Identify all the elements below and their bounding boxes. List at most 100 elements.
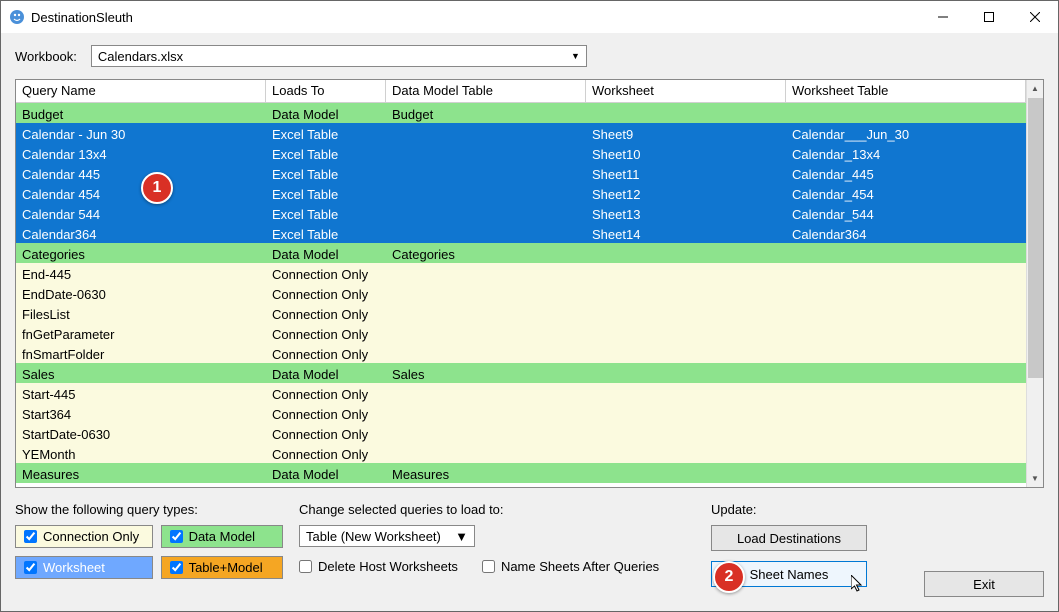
table-row[interactable]: Calendar364Excel TableSheet14Calendar364	[16, 223, 1026, 243]
chk-data-model[interactable]: Data Model	[161, 525, 283, 548]
table-cell: Excel Table	[266, 183, 386, 203]
table-cell: Sheet9	[586, 123, 786, 143]
minimize-button[interactable]	[920, 1, 966, 33]
table-cell: Excel Table	[266, 123, 386, 143]
table-cell: Categories	[386, 243, 586, 263]
table-row[interactable]: Calendar 13x4Excel TableSheet10Calendar_…	[16, 143, 1026, 163]
table-row[interactable]: Calendar 454Excel TableSheet12Calendar_4…	[16, 183, 1026, 203]
table-cell	[586, 343, 786, 363]
table-row[interactable]: fnGetParameterConnection Only	[16, 323, 1026, 343]
table-row[interactable]: SalesData ModelSales	[16, 363, 1026, 383]
table-cell: Calendar 445	[16, 163, 266, 183]
table-row[interactable]: Calendar - Jun 30Excel TableSheet9Calend…	[16, 123, 1026, 143]
table-cell	[786, 263, 1026, 283]
load-destinations-button[interactable]: Load Destinations	[711, 525, 867, 551]
table-row[interactable]: FilesListConnection Only	[16, 303, 1026, 323]
table-cell: EndDate-0630	[16, 283, 266, 303]
table-cell: Excel Table	[266, 223, 386, 243]
table-cell: Data Model	[266, 463, 386, 483]
table-row[interactable]: BudgetData ModelBudget	[16, 103, 1026, 123]
workbook-select[interactable]: Calendars.xlsx ▼	[91, 45, 587, 67]
titlebar: DestinationSleuth	[1, 1, 1058, 33]
table-cell: Calendar364	[786, 223, 1026, 243]
scroll-down-icon[interactable]: ▼	[1027, 470, 1044, 487]
table-cell: Sheet12	[586, 183, 786, 203]
table-cell: Budget	[16, 103, 266, 123]
table-cell: Measures	[16, 463, 266, 483]
window-title: DestinationSleuth	[31, 10, 920, 25]
table-cell	[786, 303, 1026, 323]
chevron-down-icon: ▼	[571, 51, 580, 61]
table-cell	[386, 203, 586, 223]
table-row[interactable]: Start364Connection Only	[16, 403, 1026, 423]
table-cell: Calendar 454	[16, 183, 266, 203]
close-button[interactable]	[1012, 1, 1058, 33]
table-row[interactable]: EndDate-0630Connection Only	[16, 283, 1026, 303]
table-cell: Connection Only	[266, 403, 386, 423]
table-cell: End-445	[16, 263, 266, 283]
table-cell: Excel Table	[266, 163, 386, 183]
table-cell: Connection Only	[266, 343, 386, 363]
table-cell	[586, 363, 786, 383]
table-cell	[386, 263, 586, 283]
table-cell	[786, 103, 1026, 123]
table-row[interactable]: MeasuresData ModelMeasures	[16, 463, 1026, 483]
chk-delete-host[interactable]: Delete Host Worksheets	[299, 559, 458, 574]
table-cell	[386, 163, 586, 183]
table-row[interactable]: Calendar 445Excel TableSheet11Calendar_4…	[16, 163, 1026, 183]
chk-connection-only[interactable]: Connection Only	[15, 525, 153, 548]
table-cell	[586, 443, 786, 463]
table-cell	[586, 263, 786, 283]
table-cell	[786, 363, 1026, 383]
table-row[interactable]: End-445Connection Only	[16, 263, 1026, 283]
load-target-select[interactable]: Table (New Worksheet) ▼	[299, 525, 475, 547]
table-row[interactable]: Calendar 544Excel TableSheet13Calendar_5…	[16, 203, 1026, 223]
table-cell: Connection Only	[266, 323, 386, 343]
scrollbar[interactable]: ▲ ▼	[1026, 80, 1043, 487]
col-loads-to[interactable]: Loads To	[266, 80, 386, 102]
table-cell	[586, 423, 786, 443]
app-icon	[9, 9, 25, 25]
table-row[interactable]: Start-445Connection Only	[16, 383, 1026, 403]
table-cell: Sales	[386, 363, 586, 383]
table-cell	[386, 143, 586, 163]
table-cell	[586, 283, 786, 303]
table-cell: Calendar_13x4	[786, 143, 1026, 163]
table-cell: Sheet10	[586, 143, 786, 163]
table-cell	[786, 423, 1026, 443]
table-row[interactable]: CategoriesData ModelCategories	[16, 243, 1026, 263]
scroll-up-icon[interactable]: ▲	[1027, 80, 1044, 97]
exit-button[interactable]: Exit	[924, 571, 1044, 597]
table-cell: YEMonth	[16, 443, 266, 463]
table-body: BudgetData ModelBudgetCalendar - Jun 30E…	[16, 103, 1026, 487]
table-cell: fnSmartFolder	[16, 343, 266, 363]
table-cell	[586, 103, 786, 123]
col-worksheet[interactable]: Worksheet	[586, 80, 786, 102]
maximize-button[interactable]	[966, 1, 1012, 33]
chk-name-sheets[interactable]: Name Sheets After Queries	[482, 559, 659, 574]
table-cell: Data Model	[266, 243, 386, 263]
chk-table-model[interactable]: Table+Model	[161, 556, 283, 579]
table-cell: Start-445	[16, 383, 266, 403]
table-cell: Connection Only	[266, 423, 386, 443]
scroll-thumb[interactable]	[1028, 98, 1043, 378]
table-cell: Calendar364	[16, 223, 266, 243]
table-header: Query Name Loads To Data Model Table Wor…	[16, 80, 1026, 103]
table-cell: Calendar 13x4	[16, 143, 266, 163]
chk-worksheet[interactable]: Worksheet	[15, 556, 153, 579]
sheet-names-button[interactable]: Sheet Names	[711, 561, 867, 587]
col-worksheet-table[interactable]: Worksheet Table	[786, 80, 1026, 102]
table-row[interactable]: YEMonthConnection Only	[16, 443, 1026, 463]
table-cell	[386, 343, 586, 363]
table-cell	[386, 323, 586, 343]
table-cell	[786, 443, 1026, 463]
table-row[interactable]: fnSmartFolderConnection Only	[16, 343, 1026, 363]
table-row[interactable]: StartDate-0630Connection Only	[16, 423, 1026, 443]
col-query-name[interactable]: Query Name	[16, 80, 266, 102]
table-cell: Measures	[386, 463, 586, 483]
col-data-model-table[interactable]: Data Model Table	[386, 80, 586, 102]
table-cell	[786, 243, 1026, 263]
table-cell: fnGetParameter	[16, 323, 266, 343]
table-cell: Sheet14	[586, 223, 786, 243]
table-cell: Categories	[16, 243, 266, 263]
